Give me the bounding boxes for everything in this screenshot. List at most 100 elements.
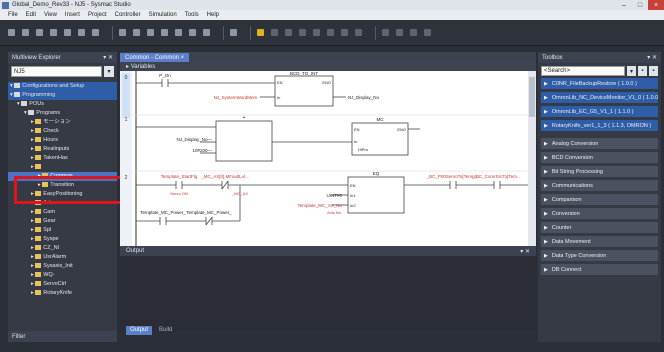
output-content[interactable]: [120, 256, 536, 331]
tab-common[interactable]: Common - Common ×: [120, 53, 190, 62]
toolbox-search-input[interactable]: <Search>: [541, 66, 625, 76]
toolbar-button[interactable]: [50, 29, 57, 36]
expand-arrow-icon[interactable]: ▶: [544, 197, 548, 203]
tree-item[interactable]: ▸ Check: [8, 127, 117, 136]
expand-arrow-icon[interactable]: ▶: [544, 225, 548, 231]
menu-item-tools[interactable]: Tools: [185, 12, 199, 18]
tree-item[interactable]: ▸ CZ_NI: [8, 244, 117, 253]
toolbox-category[interactable]: ▶ Communications: [541, 180, 658, 191]
expand-arrow-icon[interactable]: ▶: [544, 253, 548, 259]
panel-pin-icon[interactable]: ▾ ✕: [103, 54, 113, 61]
tab-output[interactable]: Output: [126, 325, 153, 335]
toolbox-category[interactable]: ▶ BCD Conversion: [541, 152, 658, 163]
menu-item-file[interactable]: File: [8, 12, 18, 18]
tab-build[interactable]: Build: [155, 326, 176, 335]
toolbar-button[interactable]: [64, 29, 71, 36]
variables-bar[interactable]: ▸ Variables: [120, 62, 536, 71]
expand-arrow-icon[interactable]: ▶: [544, 155, 548, 161]
tree-item[interactable]: ▾ Configurations and Setup: [8, 82, 117, 91]
tree-item[interactable]: ▸ UsrAlarm: [8, 253, 117, 262]
toolbox-library-item[interactable]: ▶ C0NR_FileBackupRestore ( 1.0.0 ): [541, 78, 658, 89]
toolbar-button[interactable]: [396, 29, 403, 36]
tree-item[interactable]: ▾ POUs: [8, 100, 117, 109]
panel-pin-icon[interactable]: ▾ ✕: [647, 54, 657, 61]
tree-item[interactable]: ▸ Gear: [8, 217, 117, 226]
toolbar-button[interactable]: [22, 29, 29, 36]
maximize-button[interactable]: □: [632, 0, 648, 10]
tree-item[interactable]: ▸: [8, 163, 117, 172]
expand-arrow-icon[interactable]: ▶: [544, 183, 548, 189]
toolbox-category[interactable]: ▶ Counter: [541, 222, 658, 233]
expand-arrow-icon[interactable]: ▶: [544, 169, 548, 175]
tree-item[interactable]: ▸ Sysaxis_Init: [8, 262, 117, 271]
expand-arrow-icon[interactable]: ▶: [544, 123, 548, 129]
toolbar-button[interactable]: [299, 29, 306, 36]
tree-item[interactable]: ▸ Cam: [8, 208, 117, 217]
tree-item[interactable]: ▸ Spl: [8, 226, 117, 235]
toolbar-button[interactable]: [189, 29, 196, 36]
menu-item-project[interactable]: Project: [88, 12, 107, 18]
tree-item[interactable]: ▸ TakenHas: [8, 154, 117, 163]
toolbar-button[interactable]: [78, 29, 85, 36]
expand-arrow-icon[interactable]: ▶: [544, 267, 548, 273]
close-icon[interactable]: ×: [179, 55, 185, 61]
device-select[interactable]: NJ5: [11, 66, 102, 77]
toolbox-category[interactable]: ▶ Data Movement: [541, 236, 658, 247]
toolbar-button[interactable]: [36, 29, 43, 36]
toolbar-button[interactable]: [285, 29, 292, 36]
toolbar-button[interactable]: [147, 29, 154, 36]
toolbox-category[interactable]: ▶ Data Type Conversion: [541, 250, 658, 261]
toolbox-library-item[interactable]: ▶ OmronLib_NC_DeviceMonitor_V1_0 ( 1.0.0 …: [541, 92, 658, 103]
tree-item[interactable]: ▸ モーション: [8, 118, 117, 127]
filter-bar[interactable]: Filter: [8, 331, 117, 342]
toolbar-button[interactable]: [203, 29, 210, 36]
toolbox-category[interactable]: ▶ Analog Conversion: [541, 138, 658, 149]
toolbar-button[interactable]: [313, 29, 320, 36]
tree-item[interactable]: ▾ Programs: [8, 109, 117, 118]
toolbox-category[interactable]: ▶ Conversion: [541, 208, 658, 219]
toolbar-button[interactable]: [382, 29, 389, 36]
tree-item[interactable]: ▸ ServoCtrl: [8, 280, 117, 289]
tree-item[interactable]: ▸ Hours: [8, 136, 117, 145]
expand-arrow-icon[interactable]: ▶: [544, 95, 548, 101]
toolbox-library-item[interactable]: ▶ RotaryKnife_ver1_1_3 ( 1.1.3, OMRON ): [541, 120, 658, 131]
menu-item-simulation[interactable]: Simulation: [149, 12, 177, 18]
toolbox-category[interactable]: ▶ Bit String Processing: [541, 166, 658, 177]
toolbar-button[interactable]: [327, 29, 334, 36]
toolbar-button[interactable]: [92, 29, 99, 36]
toolbox-category[interactable]: ▶ Comparison: [541, 194, 658, 205]
ladder-diagram[interactable]: 0 1 2 P_On BCD_TO_INT EN ENO In NJ_Syste…: [120, 71, 536, 246]
toolbar-button[interactable]: [133, 29, 140, 36]
tree-item[interactable]: ▸ WQ-: [8, 271, 117, 280]
toolbar-button[interactable]: [341, 29, 348, 36]
menu-item-insert[interactable]: Insert: [65, 12, 80, 18]
toolbar-button[interactable]: [119, 29, 126, 36]
expand-arrow-icon[interactable]: ▶: [544, 109, 548, 115]
zoom-out-icon[interactable]: [424, 29, 431, 36]
expand-arrow-icon[interactable]: ▶: [544, 81, 548, 87]
tree-item[interactable]: ▸ Realinputs: [8, 145, 117, 154]
panel-pin-icon[interactable]: ▾ ✕: [520, 248, 530, 255]
toolbar-button[interactable]: [230, 29, 237, 36]
menu-item-edit[interactable]: Edit: [26, 12, 36, 18]
toolbar-button[interactable]: [8, 29, 15, 36]
toolbar-button[interactable]: [355, 29, 362, 36]
toolbar-button[interactable]: [271, 29, 278, 36]
toolbar-button[interactable]: [161, 29, 168, 36]
zoom-in-icon[interactable]: [410, 29, 417, 36]
chevron-down-icon[interactable]: ▾: [627, 66, 636, 76]
tree-item[interactable]: ▸ RotaryKnife: [8, 289, 117, 298]
chevron-down-icon[interactable]: ▾: [104, 66, 114, 77]
menu-item-controller[interactable]: Controller: [115, 12, 141, 18]
expand-arrow-icon[interactable]: ▶: [544, 141, 548, 147]
tree-item[interactable]: ▸ Syspe: [8, 235, 117, 244]
toolbox-option-button[interactable]: ▪: [649, 66, 658, 76]
expand-arrow-icon[interactable]: ▶: [544, 211, 548, 217]
toolbox-category[interactable]: ▶ DB Connect: [541, 264, 658, 275]
tree-item[interactable]: ▾ Programming: [8, 91, 117, 100]
warning-icon[interactable]: [257, 29, 264, 36]
toolbox-library-item[interactable]: ▶ OmronLib_EC_G5_V1_1 ( 1.1.0 ): [541, 106, 658, 117]
close-button[interactable]: ×: [648, 0, 664, 10]
expand-arrow-icon[interactable]: ▶: [544, 239, 548, 245]
menu-item-help[interactable]: Help: [207, 12, 219, 18]
